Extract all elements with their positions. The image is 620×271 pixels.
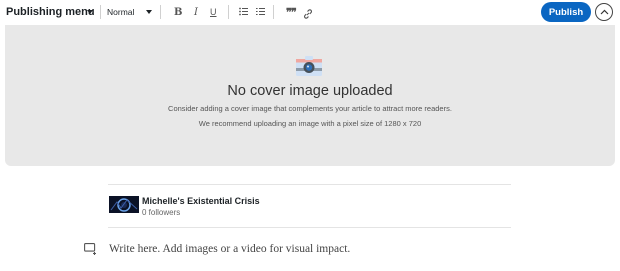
author-name[interactable]: Michelle's Existential Crisis [142,196,260,206]
publish-button[interactable]: Publish [541,2,591,22]
chevron-down-icon[interactable] [87,10,93,14]
bullet-list-icon[interactable] [239,7,248,16]
collapse-toolbar-button[interactable] [595,3,613,21]
publishing-menu-label[interactable]: Publishing menu [6,0,95,24]
editor-toolbar: Publishing menu Normal B I U ❞❞ Publish [0,0,620,24]
underline-button[interactable]: U [210,0,217,24]
toolbar-divider [100,5,101,19]
bold-button[interactable]: B [174,0,182,24]
toolbar-divider [273,5,274,19]
toolbar-divider [160,5,161,19]
divider [108,184,511,185]
divider [108,227,511,228]
article-body-placeholder[interactable]: Write here. Add images or a video for vi… [109,243,350,255]
chevron-up-icon [600,9,608,15]
avatar [109,196,139,213]
quote-icon[interactable]: ❞❞ [286,0,297,24]
cover-size-recommendation: We recommend uploading an image with a p… [198,119,422,128]
cover-title: No cover image uploaded [227,83,393,99]
link-icon[interactable] [303,6,313,24]
cover-description: Consider adding a cover image that compl… [168,104,452,113]
italic-button[interactable]: I [194,0,198,24]
author-followers: 0 followers [142,208,181,217]
text-style-select[interactable]: Normal [107,0,134,24]
chevron-down-icon[interactable] [146,10,152,14]
camera-icon[interactable] [296,56,322,81]
toolbar-divider [228,5,229,19]
insert-media-icon[interactable] [84,242,98,260]
numbered-list-icon[interactable] [256,7,265,16]
